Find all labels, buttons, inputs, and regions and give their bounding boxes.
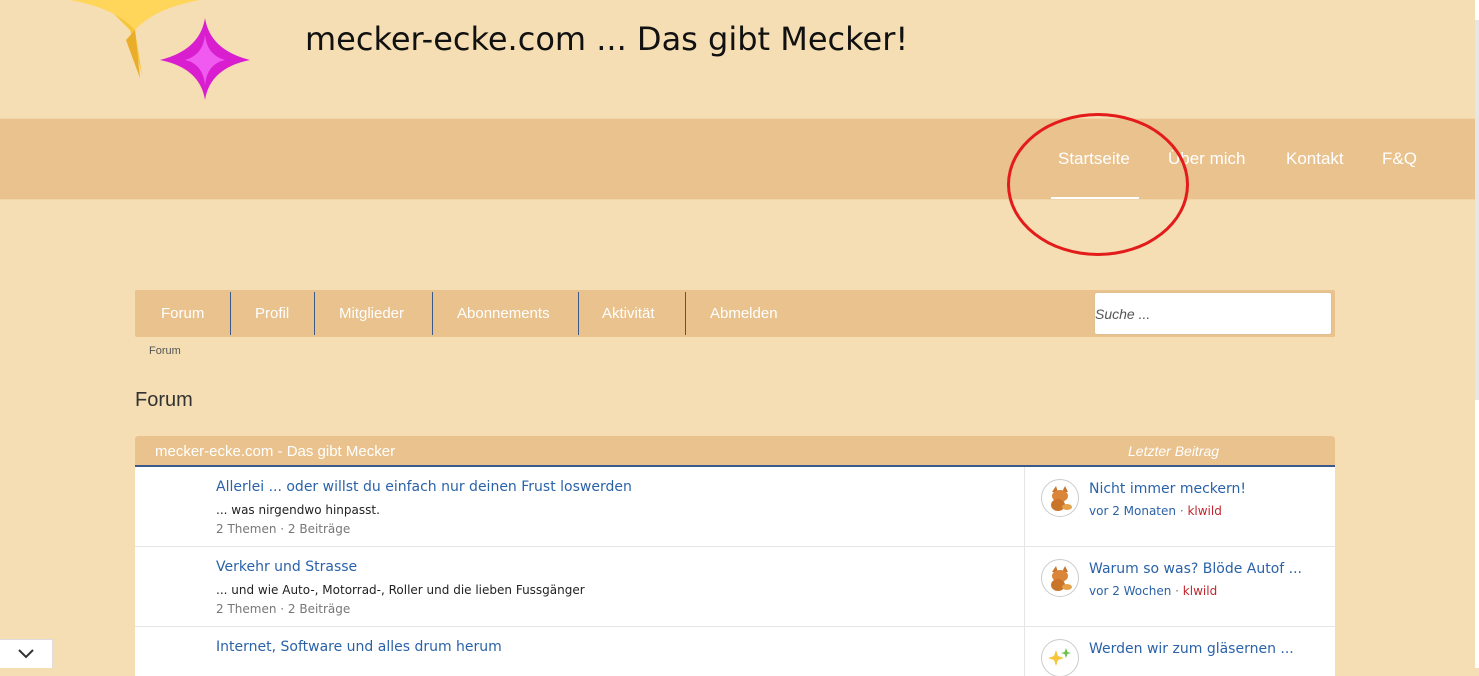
last-post-time[interactable]: vor 2 Wochen bbox=[1089, 584, 1171, 598]
forum-navbar: Forum Profil Mitglieder Abonnements Akti… bbox=[135, 290, 1335, 337]
chevron-down-icon bbox=[18, 649, 34, 659]
forum-nav-aktivitaet[interactable]: Aktivität bbox=[602, 290, 655, 337]
table-row: Allerlei ... oder willst du einfach nur … bbox=[135, 467, 1335, 547]
avatar[interactable] bbox=[1041, 559, 1079, 597]
forum-title-link[interactable]: Internet, Software und alles drum herum bbox=[216, 639, 502, 655]
meta-separator: · bbox=[1171, 584, 1183, 598]
page-title: Forum bbox=[135, 389, 193, 411]
nav-separator bbox=[578, 292, 579, 335]
last-post-user[interactable]: klwild bbox=[1187, 504, 1221, 518]
forum-title-link[interactable]: Allerlei ... oder willst du einfach nur … bbox=[216, 479, 632, 495]
forum-stats: 2 Themen · 2 Beiträge bbox=[216, 522, 351, 536]
avatar[interactable] bbox=[1041, 479, 1079, 517]
forum-description: ... und wie Auto-, Motorrad-, Roller und… bbox=[216, 583, 585, 597]
scrollbar-thumb[interactable] bbox=[1475, 20, 1479, 400]
nav-kontakt[interactable]: Kontakt bbox=[1286, 149, 1344, 169]
column-divider bbox=[1024, 467, 1025, 547]
main-navbar: Startseite Über mich Kontakt F&Q bbox=[0, 118, 1475, 200]
forum-nav-abonnements[interactable]: Abonnements bbox=[457, 290, 550, 337]
forum-nav-forum[interactable]: Forum bbox=[161, 290, 204, 337]
table-row: Verkehr und Strasse ... und wie Auto-, M… bbox=[135, 547, 1335, 627]
last-post-user[interactable]: klwild bbox=[1183, 584, 1217, 598]
forum-nav-profil[interactable]: Profil bbox=[255, 290, 289, 337]
table-row: Internet, Software und alles drum herum … bbox=[135, 627, 1335, 676]
category-title[interactable]: mecker-ecke.com - Das gibt Mecker bbox=[155, 443, 395, 460]
fox-avatar-icon bbox=[1043, 561, 1077, 595]
last-post-header: Letzter Beitrag bbox=[1128, 443, 1220, 459]
last-post-link[interactable]: Warum so was? Blöde Autof ... bbox=[1089, 561, 1302, 577]
nav-separator bbox=[685, 292, 686, 335]
table-header: mecker-ecke.com - Das gibt Mecker Letzte… bbox=[135, 436, 1335, 467]
forum-title-link[interactable]: Verkehr und Strasse bbox=[216, 559, 357, 575]
forum-stats: 2 Themen · 2 Beiträge bbox=[216, 602, 351, 616]
nav-separator bbox=[314, 292, 315, 335]
last-post-link[interactable]: Nicht immer meckern! bbox=[1089, 481, 1246, 497]
nav-separator bbox=[432, 292, 433, 335]
last-post-link[interactable]: Werden wir zum gläsernen ... bbox=[1089, 641, 1294, 657]
site-title[interactable]: mecker-ecke.com ... Das gibt Mecker! bbox=[305, 20, 908, 58]
forum-nav-mitglieder[interactable]: Mitglieder bbox=[339, 290, 404, 337]
last-post-time[interactable]: vor 2 Monaten bbox=[1089, 504, 1176, 518]
breadcrumb[interactable]: Forum bbox=[149, 345, 181, 357]
column-divider bbox=[1024, 627, 1025, 676]
nav-fq[interactable]: F&Q bbox=[1382, 149, 1417, 169]
annotation-circle bbox=[1007, 113, 1189, 256]
star-avatar-icon bbox=[1043, 641, 1077, 675]
collapse-toggle[interactable] bbox=[0, 639, 53, 668]
search-input[interactable] bbox=[1094, 292, 1332, 335]
column-divider bbox=[1024, 547, 1025, 627]
forum-description: ... was nirgendwo hinpasst. bbox=[216, 503, 380, 517]
forum-nav-abmelden[interactable]: Abmelden bbox=[710, 290, 778, 337]
avatar[interactable] bbox=[1041, 639, 1079, 676]
last-post-meta: vor 2 Monaten · klwild bbox=[1089, 504, 1222, 518]
meta-separator: · bbox=[1176, 504, 1188, 518]
nav-separator bbox=[230, 292, 231, 335]
site-header: mecker-ecke.com ... Das gibt Mecker! bbox=[0, 0, 1475, 118]
forum-table: mecker-ecke.com - Das gibt Mecker Letzte… bbox=[135, 436, 1335, 676]
last-post-meta: vor 2 Wochen · klwild bbox=[1089, 584, 1217, 598]
scrollbar[interactable] bbox=[1475, 0, 1479, 668]
fox-avatar-icon bbox=[1043, 481, 1077, 515]
star-logo-icon bbox=[70, 0, 250, 100]
